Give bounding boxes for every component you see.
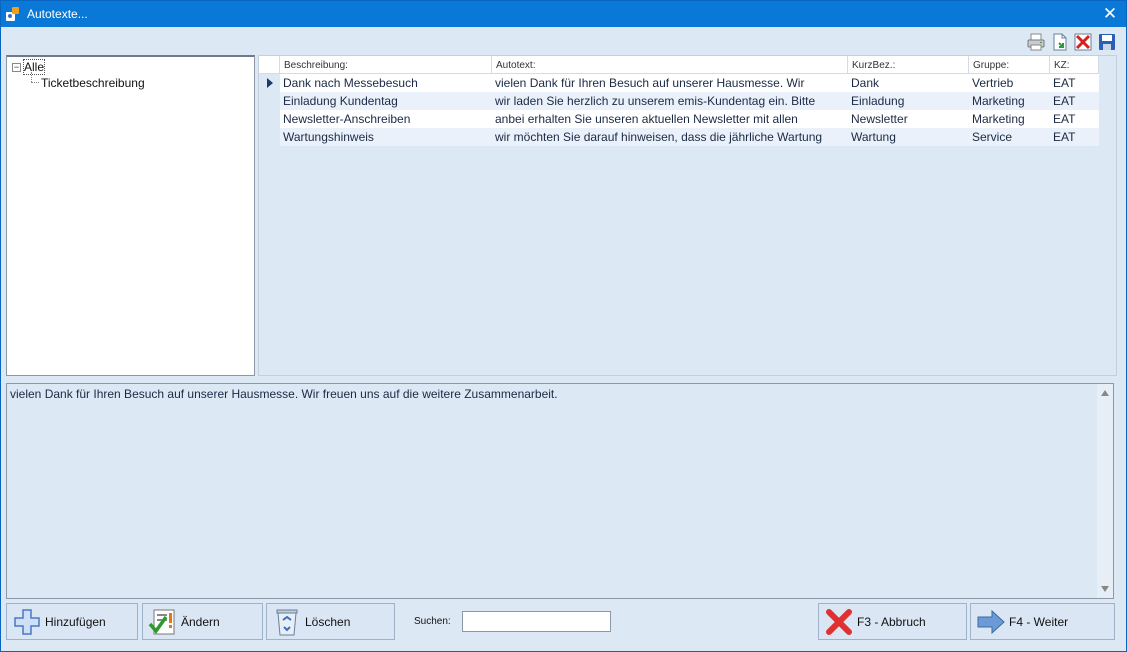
cell-autotext[interactable]: wir möchten Sie darauf hinweisen, dass d… (492, 128, 848, 146)
current-row-arrow-icon (267, 78, 273, 88)
tree-connector (31, 82, 39, 83)
close-icon: ✕ (1102, 4, 1118, 23)
vertical-scrollbar[interactable] (1097, 384, 1113, 598)
table-row[interactable]: Dank nach Messebesuch vielen Dank für Ih… (259, 74, 1099, 92)
tree-node-ticketbeschreibung[interactable]: Ticketbeschreibung (41, 76, 145, 90)
category-tree[interactable]: − Alle Ticketbeschreibung (6, 55, 255, 376)
row-selector[interactable] (259, 92, 280, 110)
cell-autotext[interactable]: vielen Dank für Ihren Besuch auf unserer… (492, 74, 848, 92)
arrow-right-icon (977, 609, 1005, 635)
tree-connector (31, 72, 32, 82)
row-selector[interactable] (259, 110, 280, 128)
tree-node-alle[interactable]: − Alle (12, 59, 46, 75)
cell-gruppe[interactable]: Marketing (969, 110, 1050, 128)
window-title: Autotexte... (27, 7, 88, 21)
cell-kurzbez[interactable]: Einladung (848, 92, 969, 110)
cell-beschreibung[interactable]: Newsletter-Anschreiben (280, 110, 492, 128)
column-header-autotext[interactable]: Autotext: (492, 56, 848, 74)
export-document-icon[interactable] (1050, 32, 1070, 52)
column-header-kurzbez[interactable]: KurzBez.: (848, 56, 969, 74)
delete-button-label: Löschen (305, 615, 351, 629)
edit-button-label: Ändern (181, 615, 220, 629)
cell-gruppe[interactable]: Service (969, 128, 1050, 146)
cancel-button-label: F3 - Abbruch (857, 615, 926, 629)
collapse-toggle-icon[interactable]: − (12, 63, 21, 72)
cell-kz[interactable]: EAT (1050, 110, 1099, 128)
edit-button[interactable]: Ändern (142, 603, 263, 640)
edit-check-icon (148, 609, 175, 635)
table-row[interactable]: Newsletter-Anschreiben anbei erhalten Si… (259, 110, 1099, 128)
autotext-detail-text[interactable]: vielen Dank für Ihren Besuch auf unserer… (10, 387, 558, 401)
search-label: Suchen: (414, 616, 451, 627)
cell-kz[interactable]: EAT (1050, 74, 1099, 92)
search-input[interactable] (462, 611, 611, 632)
red-x-icon (826, 609, 852, 635)
printer-icon[interactable] (1026, 32, 1046, 52)
close-button[interactable]: ✕ (1100, 4, 1120, 24)
add-button-label: Hinzufügen (45, 615, 106, 629)
delete-button[interactable]: Löschen (266, 603, 395, 640)
tree-node-label: Alle (22, 59, 46, 75)
next-button[interactable]: F4 - Weiter (970, 603, 1115, 640)
next-button-label: F4 - Weiter (1009, 615, 1069, 629)
column-header-gruppe[interactable]: Gruppe: (969, 56, 1050, 74)
cell-autotext[interactable]: anbei erhalten Sie unseren aktuellen New… (492, 110, 848, 128)
scroll-up-icon[interactable] (1101, 390, 1109, 396)
autotext-detail-textarea[interactable]: vielen Dank für Ihren Besuch auf unserer… (6, 383, 1114, 599)
cell-beschreibung[interactable]: Einladung Kundentag (280, 92, 492, 110)
cell-autotext[interactable]: wir laden Sie herzlich zu unserem emis-K… (492, 92, 848, 110)
add-button[interactable]: Hinzufügen (6, 603, 138, 640)
scroll-down-icon[interactable] (1101, 586, 1109, 592)
app-icon (6, 7, 19, 21)
column-header-beschreibung[interactable]: Beschreibung: (280, 56, 492, 74)
column-header-kz[interactable]: KZ: (1050, 56, 1099, 74)
cell-kurzbez[interactable]: Newsletter (848, 110, 969, 128)
cell-kurzbez[interactable]: Dank (848, 74, 969, 92)
save-icon[interactable] (1097, 32, 1117, 52)
cell-kurzbez[interactable]: Wartung (848, 128, 969, 146)
delete-layout-icon[interactable] (1073, 32, 1093, 52)
row-selector[interactable] (259, 128, 280, 146)
cell-gruppe[interactable]: Marketing (969, 92, 1050, 110)
table-row[interactable]: Wartungshinweis wir möchten Sie darauf h… (259, 128, 1099, 146)
table-row[interactable]: Einladung Kundentag wir laden Sie herzli… (259, 92, 1099, 110)
autotext-grid: Beschreibung: Autotext: KurzBez.: Gruppe… (258, 55, 1117, 376)
row-selector[interactable] (259, 74, 280, 92)
row-selector-header (259, 56, 280, 74)
cell-beschreibung[interactable]: Wartungshinweis (280, 128, 492, 146)
title-bar: Autotexte... ✕ (1, 1, 1126, 27)
cancel-button[interactable]: F3 - Abbruch (818, 603, 967, 640)
autotexte-window: Autotexte... ✕ −Alle Ticketbeschreibung (0, 0, 1127, 652)
recycle-bin-icon (276, 609, 298, 636)
cell-kz[interactable]: EAT (1050, 92, 1099, 110)
cell-gruppe[interactable]: Vertrieb (969, 74, 1050, 92)
cell-kz[interactable]: EAT (1050, 128, 1099, 146)
grid-header: Beschreibung: Autotext: KurzBez.: Gruppe… (259, 56, 1099, 74)
cell-beschreibung[interactable]: Dank nach Messebesuch (280, 74, 492, 92)
plus-icon (14, 609, 40, 635)
